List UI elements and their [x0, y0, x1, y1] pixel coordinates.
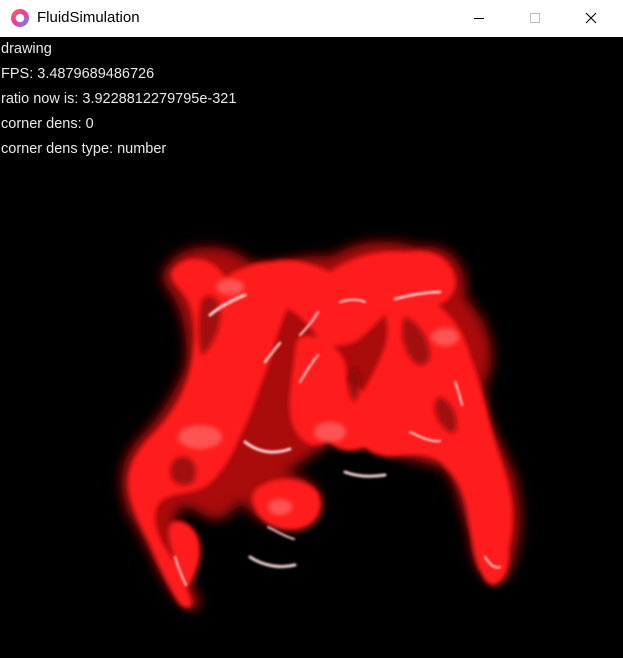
maximize-icon	[530, 12, 540, 23]
simulation-canvas[interactable]: drawing FPS: 3.4879689486726 ratio now i…	[0, 37, 623, 658]
close-icon	[585, 12, 597, 23]
status-text: drawing	[1, 41, 52, 57]
debug-overlay: drawing FPS: 3.4879689486726 ratio now i…	[1, 37, 236, 162]
app-window: FluidSimulation drawing FPS: 3.487968948…	[0, 0, 623, 658]
close-button[interactable]	[568, 0, 614, 35]
fps-readout: FPS: 3.4879689486726	[1, 66, 155, 82]
window-title: FluidSimulation	[37, 9, 140, 26]
title-bar[interactable]: FluidSimulation	[0, 0, 623, 37]
circle-logo-icon	[11, 9, 29, 27]
corner-dens-readout: corner dens: 0	[1, 116, 94, 132]
minimize-button[interactable]	[456, 0, 502, 35]
ratio-readout: ratio now is: 3.9228812279795e-321	[1, 91, 237, 107]
maximize-button[interactable]	[512, 0, 558, 35]
minimize-icon	[474, 17, 484, 19]
corner-dens-type-readout: corner dens type: number	[1, 141, 167, 157]
